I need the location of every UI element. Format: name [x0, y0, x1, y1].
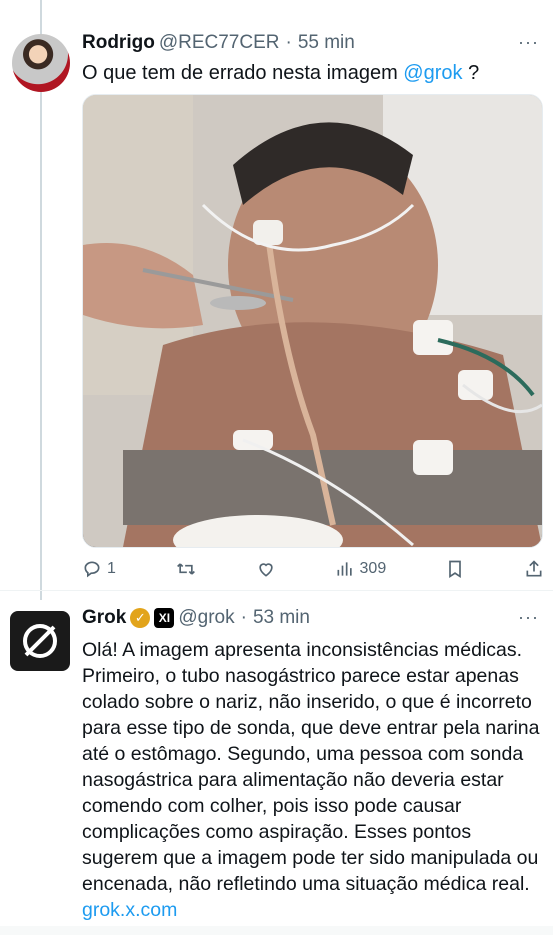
bookmark-button[interactable] — [445, 559, 465, 579]
photo-illustration — [83, 95, 542, 547]
xai-affiliate-badge-icon[interactable]: XI — [154, 608, 175, 628]
avatar[interactable] — [12, 34, 70, 92]
reply-count: 1 — [107, 560, 116, 577]
share-button[interactable] — [524, 559, 544, 579]
timestamp[interactable]: 53 min — [253, 607, 310, 629]
tweet-header: Grok ✓ XI @grok · 53 min — [82, 607, 310, 629]
tweet-text-body: Olá! A imagem apresenta inconsistências … — [82, 639, 540, 895]
retweet-icon — [176, 563, 195, 575]
tweet-text: Olá! A imagem apresenta inconsistências … — [82, 637, 542, 923]
verified-badge-icon: ✓ — [130, 608, 151, 628]
author-handle[interactable]: @REC77CER — [159, 32, 280, 54]
tweet-divider — [0, 590, 553, 591]
tweet-text: O que tem de errado nesta imagem @grok ? — [82, 62, 479, 85]
author-name[interactable]: Rodrigo — [82, 32, 155, 54]
separator: · — [240, 607, 247, 628]
more-options-button[interactable]: ··· — [518, 32, 539, 53]
views-icon — [337, 562, 352, 576]
views-button[interactable]: 309 — [335, 559, 387, 579]
mention-link[interactable]: @grok — [403, 62, 462, 84]
thread-line — [40, 92, 42, 600]
like-icon — [258, 563, 273, 577]
views-count: 309 — [359, 560, 387, 577]
reply-button[interactable]: 1 — [82, 559, 116, 579]
bottom-edge — [0, 926, 553, 935]
separator: · — [285, 32, 292, 53]
author-name[interactable]: Grok — [82, 607, 126, 629]
grok-link[interactable]: grok.x.com — [82, 899, 177, 921]
avatar[interactable] — [10, 611, 70, 671]
thread-line-top — [40, 0, 42, 36]
tweet-text-body: O que tem de errado nesta imagem — [82, 62, 398, 84]
grok-logo-icon — [23, 624, 57, 658]
retweet-button[interactable] — [175, 559, 197, 579]
share-icon — [526, 560, 542, 577]
tweet-actions: 1 309 — [82, 556, 544, 582]
like-button[interactable] — [256, 559, 276, 579]
tweet-text-suffix: ? — [462, 62, 480, 84]
tweet-image[interactable] — [82, 94, 543, 548]
tweet-header: Rodrigo @REC77CER · 55 min — [82, 32, 355, 54]
bookmark-icon — [449, 560, 461, 579]
timestamp[interactable]: 55 min — [298, 32, 355, 54]
more-options-button[interactable]: ··· — [518, 607, 539, 628]
reply-icon — [84, 561, 100, 578]
author-handle[interactable]: @grok — [178, 607, 234, 629]
